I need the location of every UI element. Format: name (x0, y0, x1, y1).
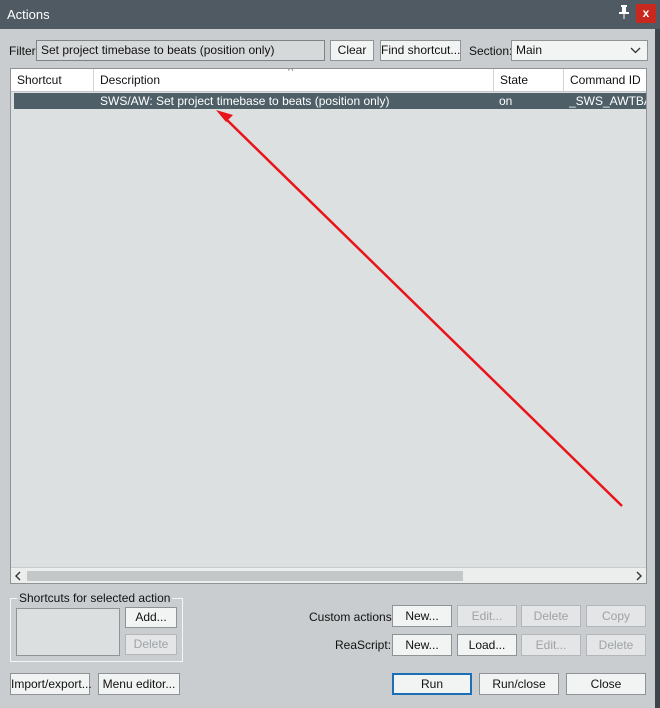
horizontal-scrollbar[interactable] (11, 567, 646, 583)
sort-ascending-icon: ^ (288, 68, 294, 77)
import-export-button[interactable]: Import/export... (10, 673, 92, 695)
custom-actions-label: Custom actions: (309, 610, 396, 624)
pin-icon-glyph (619, 5, 629, 19)
scrollbar-thumb[interactable] (27, 571, 463, 581)
shortcut-list[interactable] (16, 608, 120, 656)
menu-editor-button[interactable]: Menu editor... (98, 673, 180, 695)
close-button[interactable]: Close (566, 673, 646, 695)
filter-label: Filter: (9, 44, 39, 58)
close-window-button[interactable]: x (636, 4, 656, 23)
column-shortcut[interactable]: Shortcut (11, 69, 94, 91)
shortcuts-group: Shortcuts for selected action Add... Del… (10, 591, 183, 662)
section-label: Section: (469, 44, 513, 58)
window-edge (655, 29, 660, 708)
shortcuts-group-title: Shortcuts for selected action (17, 591, 173, 605)
reascript-load-button[interactable]: Load... (457, 634, 517, 656)
reascript-delete-button[interactable]: Delete (586, 634, 646, 656)
custom-delete-button[interactable]: Delete (521, 605, 581, 627)
reascript-edit-button[interactable]: Edit... (521, 634, 581, 656)
find-shortcut-button[interactable]: Find shortcut... (380, 40, 461, 61)
custom-copy-button[interactable]: Copy (586, 605, 646, 627)
row-description: SWS/AW: Set project timebase to beats (p… (100, 94, 390, 108)
title-bar: Actions x (0, 0, 660, 29)
column-description[interactable]: Description (94, 69, 494, 91)
column-state[interactable]: State (494, 69, 564, 91)
column-command-id[interactable]: Command ID (564, 69, 646, 91)
chevron-down-icon (630, 42, 641, 61)
custom-edit-button[interactable]: Edit... (457, 605, 517, 627)
section-select[interactable]: Main (511, 40, 648, 61)
row-state: on (499, 94, 513, 108)
table-row[interactable]: SWS/AW: Set project timebase to beats (p… (14, 93, 646, 109)
row-shortcut (17, 93, 93, 109)
clear-button[interactable]: Clear (330, 40, 374, 61)
run-button[interactable]: Run (392, 673, 472, 695)
actions-list[interactable]: Shortcut Description ^ State Command ID … (10, 68, 647, 584)
reascript-new-button[interactable]: New... (392, 634, 452, 656)
add-shortcut-button[interactable]: Add... (125, 607, 177, 628)
reascript-label: ReaScript: (335, 638, 392, 652)
filter-input[interactable]: Set project timebase to beats (position … (36, 40, 325, 61)
pin-icon[interactable] (615, 4, 633, 24)
row-command-id: _SWS_AWTBA (569, 94, 646, 108)
delete-shortcut-button[interactable]: Delete (125, 634, 177, 655)
run-close-button[interactable]: Run/close (479, 673, 559, 695)
scroll-right-icon[interactable] (632, 568, 646, 583)
list-header: Shortcut Description ^ State Command ID (11, 69, 646, 92)
custom-new-button[interactable]: New... (392, 605, 452, 627)
scroll-left-icon[interactable] (11, 568, 25, 583)
section-select-value: Main (516, 43, 543, 57)
window-title: Actions (7, 7, 50, 22)
